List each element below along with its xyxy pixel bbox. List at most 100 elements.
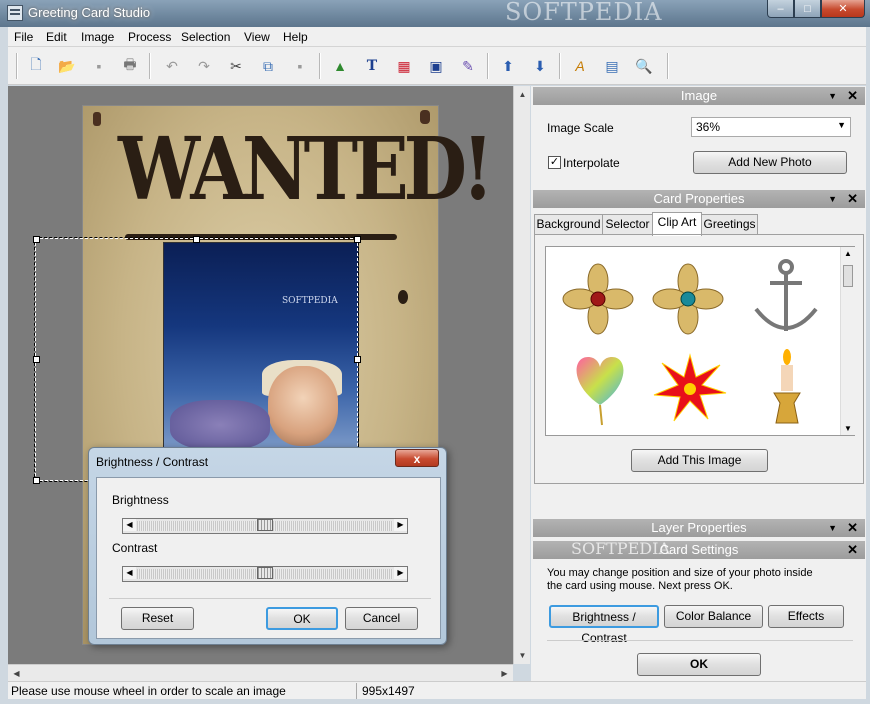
panel-dropdown-icon[interactable]: ▼ [828,519,837,537]
image-size: 995x1497 [362,684,415,698]
dialog-cancel-button[interactable]: Cancel [345,607,418,630]
menu-bar: File Edit Image Process Selection View H… [8,27,866,47]
layer-properties-title: Layer Properties [651,520,747,535]
vertical-scrollbar[interactable]: ▲ ▼ [513,86,530,664]
move-up-icon[interactable]: ⬆ [497,55,519,77]
slider-right-icon[interactable]: ▶ [394,567,407,579]
contrast-thumb[interactable] [257,567,273,579]
paste-icon[interactable]: ▪ [289,55,311,77]
menu-selection[interactable]: Selection [181,30,230,44]
tab-greetings[interactable]: Greetings [701,214,758,235]
panel-close-icon[interactable]: ✕ [847,519,858,537]
dialog-ok-button[interactable]: OK [266,607,338,630]
slider-left-icon[interactable]: ◀ [123,567,136,579]
open-icon[interactable]: 📂 [56,55,78,77]
watermark: SOFTPEDIA [571,539,670,558]
heart-balloon-icon[interactable] [560,347,640,427]
app-icon [7,5,23,21]
contrast-slider[interactable]: ◀ ▶ [122,566,408,582]
add-new-photo-button[interactable]: Add New Photo [693,151,847,174]
tab-background[interactable]: Background [534,214,603,235]
ok-button[interactable]: OK [637,653,761,676]
card-settings-hint-1: You may change position and size of your… [547,567,813,579]
cut-icon[interactable]: ✂ [225,55,247,77]
scroll-left-icon[interactable]: ◀ [9,666,24,681]
page-icon[interactable]: ▤ [601,55,623,77]
new-icon[interactable]: 🗋 [25,55,47,77]
clip-art-gallery[interactable]: ▲ ▼ [545,246,855,436]
menu-file[interactable]: File [14,30,33,44]
horizontal-scrollbar[interactable]: ◀ ▶ [8,664,513,681]
menu-edit[interactable]: Edit [46,30,67,44]
minimize-button[interactable]: – [767,0,794,18]
close-button[interactable]: ✕ [821,0,865,18]
toolbar-separator [487,53,489,79]
scroll-up-icon[interactable]: ▲ [844,249,852,258]
tab-clip-art[interactable]: Clip Art [652,212,702,236]
tab-selector[interactable]: Selector [602,214,653,235]
image-panel-header[interactable]: Image ▼ ✕ [533,87,865,105]
scroll-down-icon[interactable]: ▼ [844,424,852,433]
print-icon[interactable]: 🖶 [119,55,141,77]
layer-properties-header[interactable]: Layer Properties ▼ ✕ [533,519,865,537]
divider [109,598,431,599]
nail-icon [93,112,101,126]
clip-art-scrollbar[interactable]: ▲ ▼ [840,247,855,435]
brightness-slider[interactable]: ◀ ▶ [122,518,408,534]
image-scale-select[interactable]: 36% ▼ [691,117,851,137]
frame-icon[interactable]: ▣ [425,55,447,77]
panel-close-icon[interactable]: ✕ [847,87,858,105]
panel-dropdown-icon[interactable]: ▼ [828,190,837,208]
card-properties-header[interactable]: Card Properties ▼ ✕ [533,190,865,208]
brightness-thumb[interactable] [257,519,273,531]
anchor-icon[interactable] [746,257,826,337]
save-icon[interactable]: ▪ [88,55,110,77]
panel-close-icon[interactable]: ✕ [847,190,858,208]
resize-handle[interactable] [33,356,40,363]
menu-view[interactable]: View [244,30,270,44]
panel-close-icon[interactable]: ✕ [847,541,858,559]
interpolate-checkbox[interactable]: ✓ [548,156,561,169]
image-panel-title: Image [680,88,718,103]
undo-icon[interactable]: ↶ [161,55,183,77]
menu-help[interactable]: Help [283,30,308,44]
resize-handle[interactable] [193,236,200,243]
starburst-icon[interactable] [650,347,730,427]
font-icon[interactable]: A [569,55,591,77]
color-balance-button[interactable]: Color Balance [664,605,763,628]
maximize-button[interactable]: □ [794,0,821,18]
scroll-right-icon[interactable]: ▶ [497,666,512,681]
selection-rectangle[interactable] [33,236,361,484]
menu-image[interactable]: Image [81,30,114,44]
effects-icon[interactable]: ✎ [457,55,479,77]
panel-dropdown-icon[interactable]: ▼ [828,87,837,105]
effects-button[interactable]: Effects [768,605,844,628]
slider-left-icon[interactable]: ◀ [123,519,136,531]
chevron-down-icon[interactable]: ▼ [837,120,846,130]
resize-handle[interactable] [33,236,40,243]
copy-icon[interactable]: ⧉ [257,55,279,77]
contrast-label: Contrast [112,541,158,555]
redo-icon[interactable]: ↷ [193,55,215,77]
ornament-red-icon[interactable] [558,259,638,339]
preview-icon[interactable]: 🔍 [633,55,655,77]
menu-process[interactable]: Process [128,30,171,44]
dialog-close-button[interactable]: x [395,449,439,467]
resize-handle[interactable] [33,477,40,484]
resize-handle[interactable] [354,356,361,363]
scroll-thumb[interactable] [843,265,853,287]
add-this-image-button[interactable]: Add This Image [631,449,768,472]
scroll-up-icon[interactable]: ▲ [515,87,530,102]
reset-button[interactable]: Reset [121,607,194,630]
clipart-icon[interactable]: ▦ [393,55,415,77]
slider-right-icon[interactable]: ▶ [394,519,407,531]
image-scale-value: 36% [696,120,721,134]
scroll-down-icon[interactable]: ▼ [515,648,530,663]
image-icon[interactable]: ▲ [329,55,351,77]
ornament-teal-icon[interactable] [648,259,728,339]
candle-icon[interactable] [752,347,832,427]
brightness-contrast-button[interactable]: Brightness / Contrast [549,605,659,645]
text-icon[interactable]: T [361,55,383,77]
move-down-icon[interactable]: ⬇ [529,55,551,77]
resize-handle[interactable] [354,236,361,243]
